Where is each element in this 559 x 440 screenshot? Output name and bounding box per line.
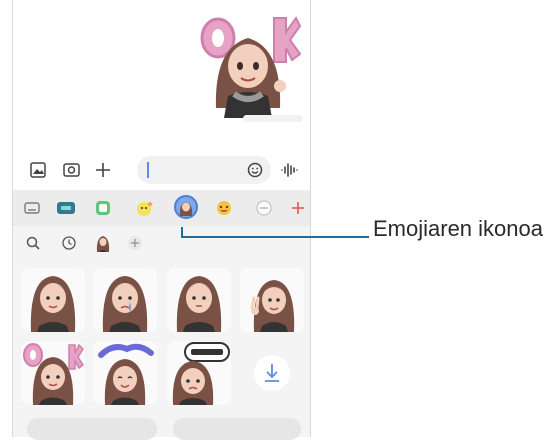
plus-icon[interactable]	[92, 159, 114, 181]
phone-screen	[12, 0, 311, 440]
avatar-icon[interactable]	[93, 233, 113, 253]
avatar-sticker-thanks[interactable]	[93, 341, 157, 405]
download-sticker[interactable]	[240, 341, 304, 405]
message-input-bar	[13, 152, 310, 188]
add-icon[interactable]	[288, 198, 308, 218]
category-bar	[13, 190, 310, 226]
text-cursor	[147, 162, 149, 178]
download-icon	[254, 355, 290, 391]
search-icon[interactable]	[23, 233, 43, 253]
callout-line	[181, 227, 369, 238]
gif-icon[interactable]	[56, 198, 76, 218]
sticker-timestamp	[243, 115, 303, 122]
gallery-icon[interactable]	[27, 159, 49, 181]
chat-area	[13, 0, 310, 150]
recent-icon[interactable]	[59, 233, 79, 253]
more-icon[interactable]	[254, 198, 274, 218]
camera-icon[interactable]	[60, 159, 82, 181]
avatar-sticker-tear[interactable]	[93, 268, 157, 332]
avatar-sticker-sorry[interactable]	[167, 341, 231, 405]
ar-emoji-icon[interactable]	[174, 195, 198, 219]
sent-ok-sticker[interactable]	[196, 8, 301, 118]
sticker-icon[interactable]	[93, 198, 113, 218]
avatar-sticker[interactable]	[167, 268, 231, 332]
avatar-sticker[interactable]	[21, 268, 85, 332]
add-icon[interactable]	[125, 233, 145, 253]
avatar-sticker-victory[interactable]	[240, 268, 304, 332]
bitmoji-icon[interactable]	[135, 198, 155, 218]
callout-label: Emojiaren ikonoa	[373, 216, 543, 241]
avatar-sticker-ok[interactable]	[21, 341, 85, 405]
voice-icon[interactable]	[278, 159, 300, 181]
keyboard-icon[interactable]	[22, 198, 42, 218]
emoji-icon[interactable]	[244, 159, 266, 181]
face-sticker-icon[interactable]	[214, 198, 234, 218]
